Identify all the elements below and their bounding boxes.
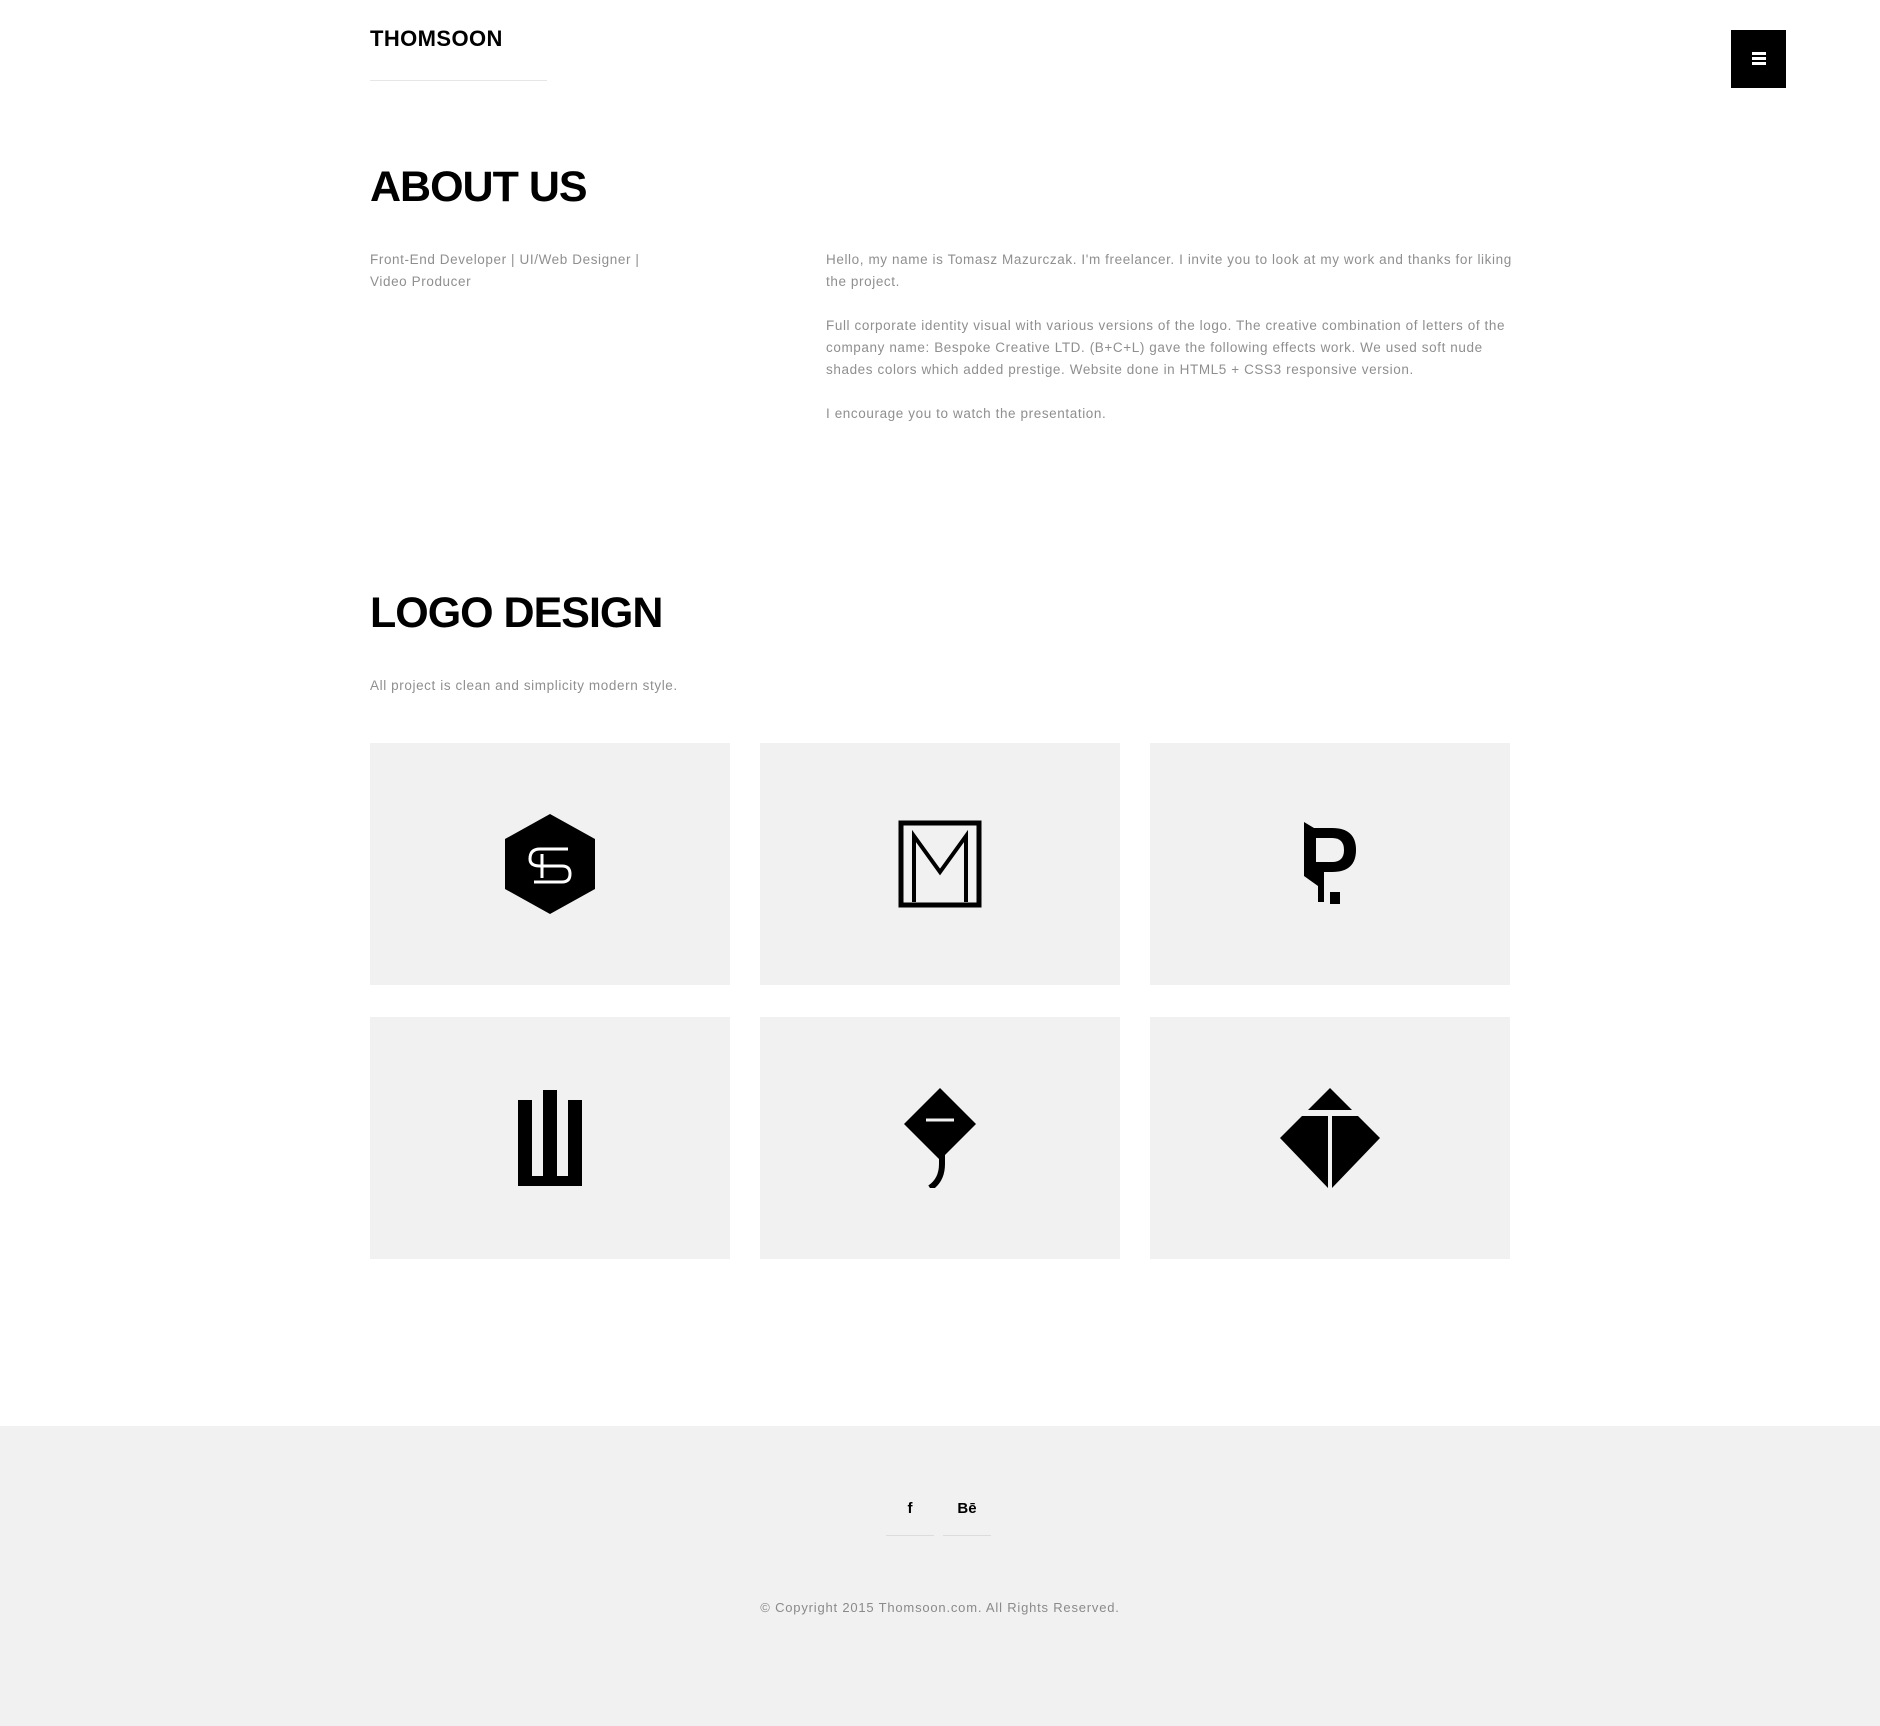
logo-tile[interactable] bbox=[370, 1017, 730, 1259]
diamond-arrow-logo bbox=[1280, 1088, 1380, 1188]
diamond-j-logo bbox=[904, 1088, 976, 1188]
about-paragraph: Hello, my name is Tomasz Mazurczak. I'm … bbox=[826, 252, 1512, 289]
logo-tile[interactable] bbox=[370, 743, 730, 985]
about-paragraph: I encourage you to watch the presentatio… bbox=[826, 406, 1107, 421]
behance-link[interactable]: Bē bbox=[939, 1492, 995, 1536]
logo-design-subtitle: All project is clean and simplicity mode… bbox=[370, 678, 678, 693]
brand-divider bbox=[370, 80, 547, 81]
facebook-icon: f bbox=[907, 1500, 913, 1517]
site-header: THOMSOON bbox=[0, 0, 1880, 88]
logo-tile[interactable] bbox=[1150, 1017, 1510, 1259]
dp-monogram-logo bbox=[1304, 822, 1356, 904]
menu-button[interactable] bbox=[1731, 30, 1786, 88]
about-text: Hello, my name is Tomasz Mazurczak. I'm … bbox=[826, 249, 1516, 447]
social-underline bbox=[943, 1535, 991, 1536]
logo-grid bbox=[370, 743, 1511, 1261]
site-footer: f Bē © Copyright 2015 Thomsoon.com. All … bbox=[0, 1426, 1880, 1726]
about-role: Front-End Developer | UI/Web Designer | … bbox=[370, 252, 640, 289]
logo-tile[interactable] bbox=[760, 743, 1120, 985]
logo-tile[interactable] bbox=[760, 1017, 1120, 1259]
social-underline bbox=[886, 1535, 934, 1536]
about-paragraph: Full corporate identity visual with vari… bbox=[826, 318, 1506, 377]
behance-icon: Bē bbox=[957, 1500, 977, 1517]
m-frame-logo bbox=[898, 820, 982, 908]
logo-design-title: LOGO DESIGN bbox=[370, 589, 663, 637]
brand-logo[interactable]: THOMSOON bbox=[370, 26, 503, 52]
facebook-link[interactable]: f bbox=[882, 1492, 938, 1536]
about-title: ABOUT US bbox=[370, 163, 588, 211]
copyright-text: © Copyright 2015 Thomsoon.com. All Right… bbox=[760, 1600, 1120, 1615]
hamburger-menu-icon bbox=[1752, 52, 1766, 65]
logo-tile[interactable] bbox=[1150, 743, 1510, 985]
hexagon-monogram-logo bbox=[505, 814, 595, 914]
three-bars-logo bbox=[518, 1090, 582, 1186]
